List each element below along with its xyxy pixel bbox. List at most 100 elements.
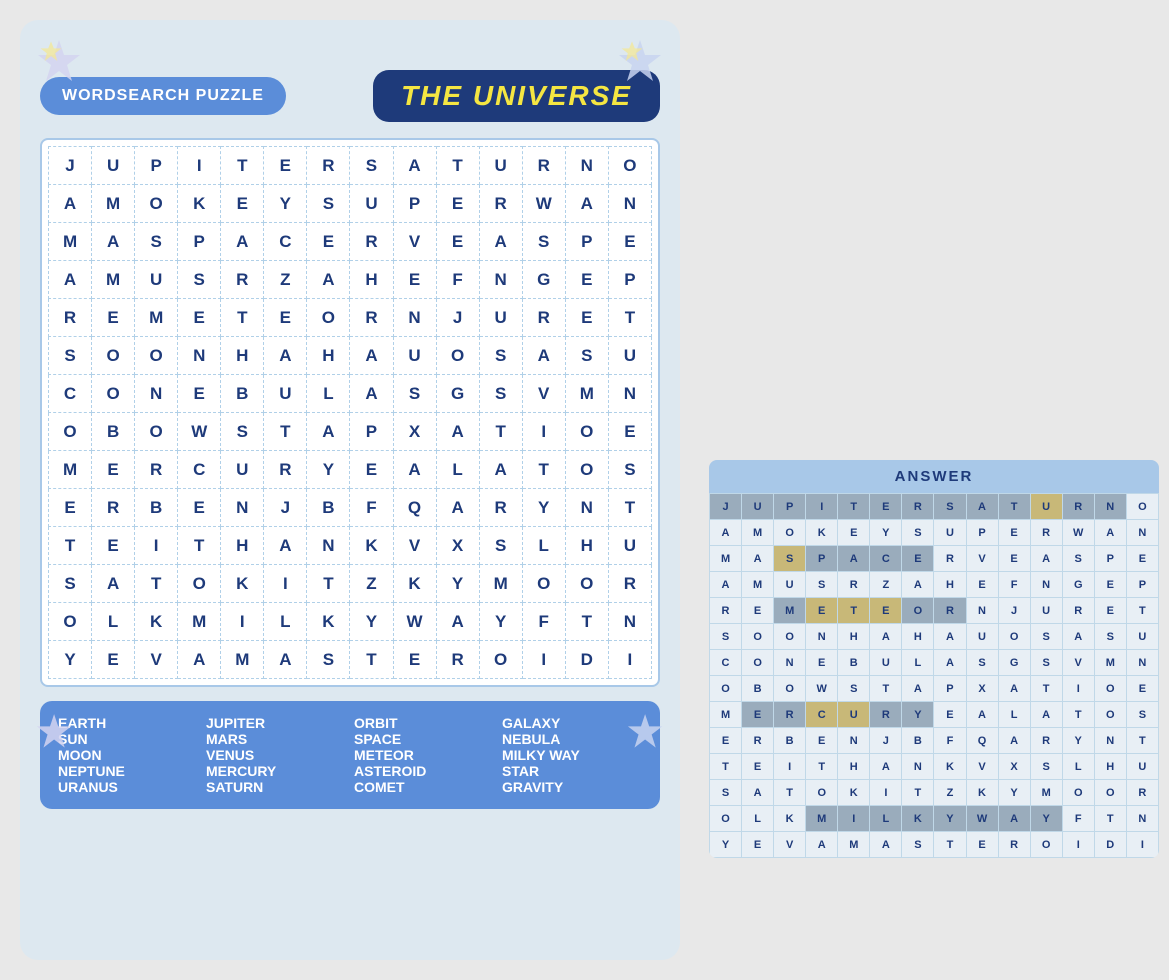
answer-grid-cell: E (742, 702, 774, 728)
grid-cell: T (436, 147, 479, 185)
answer-grid-cell: R (934, 546, 966, 572)
grid-cell: N (608, 375, 651, 413)
grid-cell: T (49, 527, 92, 565)
answer-grid-cell: B (742, 676, 774, 702)
answer-grid-cell: U (870, 650, 902, 676)
answer-grid-table: JUPITERSATURNOAMOKEYSUPERWANMASPACERVEAS… (709, 493, 1159, 858)
answer-grid-cell: Q (966, 728, 998, 754)
answer-grid-cell: N (838, 728, 870, 754)
grid-cell: P (178, 223, 221, 261)
answer-grid-cell: U (1126, 624, 1158, 650)
answer-grid-cell: M (806, 806, 838, 832)
grid-cell: E (49, 489, 92, 527)
grid-cell: S (479, 527, 522, 565)
answer-grid-cell: T (934, 832, 966, 858)
answer-grid-cell: S (838, 676, 870, 702)
grid-cell: S (479, 337, 522, 375)
star-top-left (32, 35, 87, 100)
grid-cell: B (221, 375, 264, 413)
answer-grid-cell: T (838, 598, 870, 624)
grid-cell: E (178, 299, 221, 337)
grid-cell: I (135, 527, 178, 565)
answer-grid-cell: Z (934, 780, 966, 806)
grid-cell: P (135, 147, 178, 185)
answer-grid-cell: O (774, 624, 806, 650)
grid-cell: S (479, 375, 522, 413)
word-list-item: JUPITER (206, 715, 346, 731)
grid-cell: Y (264, 185, 307, 223)
word-list-item: GALAXY (502, 715, 642, 731)
grid-cell: H (565, 527, 608, 565)
grid-cell: D (565, 641, 608, 679)
grid-cell: E (393, 641, 436, 679)
answer-grid-cell: A (998, 676, 1030, 702)
answer-grid-cell: A (838, 546, 870, 572)
grid-cell: N (565, 147, 608, 185)
grid-cell: S (565, 337, 608, 375)
answer-grid-cell: O (1062, 780, 1094, 806)
answer-grid-cell: O (710, 676, 742, 702)
grid-cell: A (307, 261, 350, 299)
grid-cell: V (393, 527, 436, 565)
word-list-item: SPACE (354, 731, 494, 747)
grid-cell: E (92, 451, 135, 489)
grid-cell: N (479, 261, 522, 299)
grid-cell: Z (264, 261, 307, 299)
answer-grid-cell: M (1094, 650, 1126, 676)
answer-grid-cell: J (870, 728, 902, 754)
answer-grid-cell: O (998, 624, 1030, 650)
grid-cell: N (221, 489, 264, 527)
answer-grid-cell: R (742, 728, 774, 754)
grid-cell: W (522, 185, 565, 223)
grid-cell: V (393, 223, 436, 261)
grid-cell: A (479, 223, 522, 261)
answer-grid-cell: A (742, 780, 774, 806)
answer-grid-cell: R (934, 598, 966, 624)
grid-cell: U (350, 185, 393, 223)
answer-header: ANSWER (709, 460, 1159, 493)
grid-cell: S (178, 261, 221, 299)
grid-cell: R (49, 299, 92, 337)
grid-cell: P (608, 261, 651, 299)
grid-cell: N (608, 185, 651, 223)
answer-grid-cell: S (1094, 624, 1126, 650)
answer-grid-cell: R (1062, 598, 1094, 624)
star-top-right (613, 35, 668, 100)
answer-grid-cell: T (1126, 598, 1158, 624)
answer-grid-cell: A (966, 702, 998, 728)
grid-cell: B (307, 489, 350, 527)
grid-cell: X (393, 413, 436, 451)
grid-cell: R (479, 185, 522, 223)
grid-cell: X (436, 527, 479, 565)
grid-cell: R (522, 299, 565, 337)
grid-cell: M (92, 261, 135, 299)
grid-cell: O (92, 375, 135, 413)
answer-grid-cell: U (966, 624, 998, 650)
answer-grid-cell: R (1062, 494, 1094, 520)
grid-cell: T (221, 299, 264, 337)
answer-grid-cell: K (806, 520, 838, 546)
grid-cell: C (178, 451, 221, 489)
answer-grid-cell: F (1062, 806, 1094, 832)
grid-cell: U (92, 147, 135, 185)
answer-grid-cell: H (934, 572, 966, 598)
grid-cell: E (92, 299, 135, 337)
answer-grid-cell: P (934, 676, 966, 702)
grid-cell: A (350, 337, 393, 375)
answer-grid-cell: C (710, 650, 742, 676)
answer-grid-cell: G (998, 650, 1030, 676)
answer-grid-cell: V (774, 832, 806, 858)
answer-grid-cell: V (966, 754, 998, 780)
answer-grid-cell: I (870, 780, 902, 806)
grid-cell: O (608, 147, 651, 185)
answer-grid-cell: M (774, 598, 806, 624)
answer-grid-cell: N (1030, 572, 1062, 598)
grid-cell: O (92, 337, 135, 375)
answer-grid-cell: O (742, 650, 774, 676)
grid-cell: A (565, 185, 608, 223)
answer-grid-cell: R (1126, 780, 1158, 806)
answer-grid-cell: Y (1062, 728, 1094, 754)
answer-grid-cell: I (838, 806, 870, 832)
grid-cell: V (522, 375, 565, 413)
grid-cell: O (178, 565, 221, 603)
